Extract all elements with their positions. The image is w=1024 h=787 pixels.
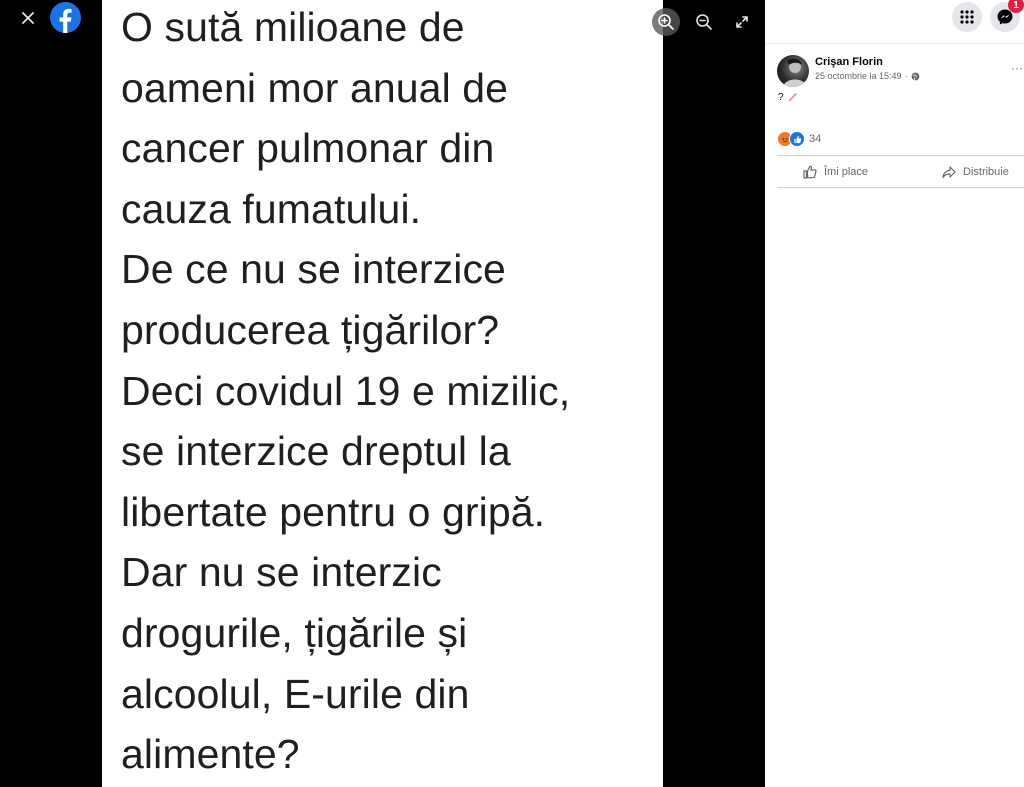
menu-button[interactable] <box>952 2 982 32</box>
thumbs-up-icon <box>803 165 817 179</box>
meta-separator: · <box>904 71 908 81</box>
like-button[interactable]: Îmi place <box>802 160 868 184</box>
close-icon <box>22 12 34 24</box>
zoom-in-icon <box>658 14 674 30</box>
reaction-count: 34 <box>809 133 822 145</box>
zoom-in-button[interactable] <box>652 8 680 36</box>
photo-text: O sută milioane de oameni mor anual de c… <box>121 4 571 778</box>
share-label: Distribuie <box>963 166 1009 178</box>
timestamp[interactable]: 25 octombrie la 15:49 <box>815 71 902 81</box>
post-caption: ? <box>778 92 798 103</box>
avatar[interactable] <box>777 55 809 87</box>
syringe-icon <box>788 93 797 102</box>
zoom-out-button[interactable] <box>690 8 718 36</box>
close-button[interactable] <box>14 4 42 32</box>
post-details-panel: 1 Crişan Florin 25 octombrie la 15:49 · … <box>765 0 1024 787</box>
more-options-icon: ··· <box>1011 61 1023 75</box>
share-icon <box>942 166 956 179</box>
zoom-out-icon <box>696 14 712 30</box>
post-photo[interactable]: O sută milioane de oameni mor anual de c… <box>102 0 663 787</box>
caption-text: ? <box>778 92 784 103</box>
facebook-logo-icon[interactable] <box>50 2 81 33</box>
fullscreen-button[interactable] <box>728 8 756 36</box>
notification-badge[interactable]: 1 <box>1008 0 1024 13</box>
top-bar: 1 <box>765 0 1024 44</box>
globe-icon <box>911 72 919 80</box>
reactions-summary[interactable]: 34 <box>777 131 821 147</box>
author-name[interactable]: Crişan Florin <box>815 56 883 68</box>
expand-icon <box>736 16 748 28</box>
more-options-button[interactable]: ··· <box>1009 60 1024 76</box>
like-reaction-icon <box>789 131 805 147</box>
post-meta: 25 octombrie la 15:49 · <box>815 71 920 81</box>
share-button[interactable]: Distribuie <box>941 160 1009 184</box>
divider <box>777 187 1024 188</box>
divider <box>777 155 1024 156</box>
like-label: Îmi place <box>824 166 869 178</box>
grid-menu-icon <box>960 10 974 24</box>
photo-viewer: O sută milioane de oameni mor anual de c… <box>0 0 765 787</box>
